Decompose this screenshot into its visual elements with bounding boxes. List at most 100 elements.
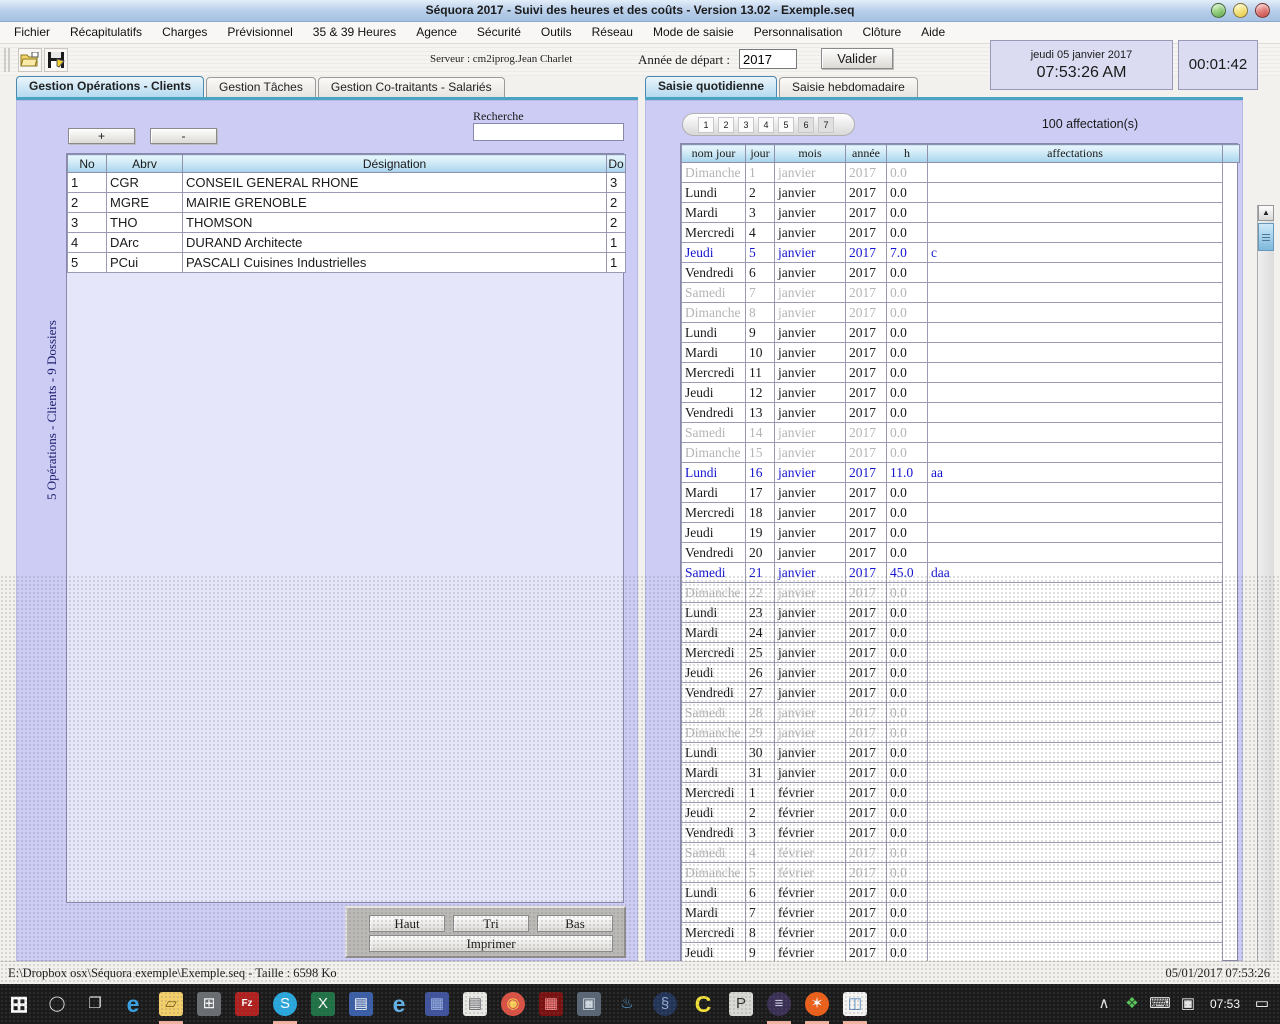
remove-client-button[interactable]: - — [150, 128, 217, 144]
scroll-up-button[interactable]: ▲ — [1258, 205, 1274, 221]
table-row[interactable]: Lundi9janvier20170.0 — [682, 323, 1240, 343]
my-computer-icon[interactable]: ▣ — [570, 984, 608, 1024]
page-button[interactable]: 6 — [798, 117, 814, 133]
table-row[interactable]: Mardi7février20170.0 — [682, 903, 1240, 923]
vertical-scrollbar[interactable]: ▲ ▼ — [1257, 205, 1274, 1005]
tab-gestion-cotraitants-salaries[interactable]: Gestion Co-traitants - Salariés — [318, 77, 505, 97]
table-row[interactable]: Mercredi4janvier20170.0 — [682, 223, 1240, 243]
tray-defender-icon[interactable]: ❖ — [1118, 984, 1146, 1024]
validate-button[interactable]: Valider — [821, 48, 893, 69]
menu-item[interactable]: Outils — [531, 22, 582, 43]
table-row[interactable]: Dimanche5février20170.0 — [682, 863, 1240, 883]
table-row[interactable]: Dimanche22janvier20170.0 — [682, 583, 1240, 603]
menu-item[interactable]: Fichier — [4, 22, 60, 43]
page-button[interactable]: 3 — [738, 117, 754, 133]
search-input[interactable] — [473, 123, 624, 141]
table-row[interactable]: Jeudi5janvier20177.0c — [682, 243, 1240, 263]
table-row[interactable]: Mardi3janvier20170.0 — [682, 203, 1240, 223]
col-header-affectations[interactable]: affectations — [928, 145, 1223, 163]
menu-item[interactable]: Personnalisation — [744, 22, 853, 43]
table-row[interactable]: Mercredi1février20170.0 — [682, 783, 1240, 803]
menu-item[interactable]: Mode de saisie — [643, 22, 744, 43]
table-row[interactable]: 5PCuiPASCALI Cuisines Industrielles1 — [68, 253, 626, 273]
excel-icon[interactable]: X — [304, 984, 342, 1024]
table-row[interactable]: Dimanche8janvier20170.0 — [682, 303, 1240, 323]
menu-item[interactable]: Agence — [406, 22, 467, 43]
start-icon[interactable]: ⊞ — [0, 984, 38, 1024]
table-row[interactable]: Lundi30janvier20170.0 — [682, 743, 1240, 763]
tab-saisie-hebdomadaire[interactable]: Saisie hebdomadaire — [779, 77, 918, 97]
start-year-input[interactable] — [739, 49, 797, 69]
table-row[interactable]: Lundi6février20170.0 — [682, 883, 1240, 903]
scrollbar-thumb[interactable] — [1258, 223, 1274, 251]
table-row[interactable]: Dimanche1janvier20170.0 — [682, 163, 1240, 183]
table-row[interactable]: Samedi14janvier20170.0 — [682, 423, 1240, 443]
table-row[interactable]: Vendredi27janvier20170.0 — [682, 683, 1240, 703]
table-row[interactable]: Vendredi3février20170.0 — [682, 823, 1240, 843]
move-down-button[interactable]: Bas — [537, 915, 613, 932]
photo-viewer-icon[interactable]: ◫ — [836, 984, 874, 1024]
file-explorer-icon[interactable]: ▱ — [152, 984, 190, 1024]
table-row[interactable]: Dimanche29janvier20170.0 — [682, 723, 1240, 743]
table-row[interactable]: Mardi24janvier20170.0 — [682, 623, 1240, 643]
menu-item[interactable]: Réseau — [582, 22, 643, 43]
table-row[interactable]: Jeudi2février20170.0 — [682, 803, 1240, 823]
chrome-icon[interactable]: ◉ — [494, 984, 532, 1024]
red-grid-icon[interactable]: ▦ — [532, 984, 570, 1024]
window-button-green[interactable] — [1211, 3, 1226, 18]
save-file-button[interactable] — [44, 48, 68, 72]
crescent-icon[interactable]: C — [684, 984, 722, 1024]
print-button[interactable]: Imprimer — [369, 935, 613, 952]
bird-app-icon[interactable]: § — [646, 984, 684, 1024]
skype-icon[interactable]: S — [266, 984, 304, 1024]
edge-icon[interactable]: e — [114, 984, 152, 1024]
table-row[interactable]: Jeudi26janvier20170.0 — [682, 663, 1240, 683]
col-header-mois[interactable]: mois — [775, 145, 846, 163]
blue-app-icon[interactable]: ▦ — [418, 984, 456, 1024]
tab-gestion-taches[interactable]: Gestion Tâches — [206, 77, 316, 97]
page-button[interactable]: 2 — [718, 117, 734, 133]
menu-item[interactable]: Aide — [911, 22, 955, 43]
move-up-button[interactable]: Haut — [369, 915, 445, 932]
table-row[interactable]: Vendredi6janvier20170.0 — [682, 263, 1240, 283]
col-header-no[interactable]: No — [68, 155, 107, 173]
window-button-yellow[interactable] — [1233, 3, 1248, 18]
menu-item[interactable]: Sécurité — [467, 22, 531, 43]
col-header-h[interactable]: h — [887, 145, 928, 163]
menu-item[interactable]: Clôture — [852, 22, 911, 43]
table-row[interactable]: Mercredi18janvier20170.0 — [682, 503, 1240, 523]
table-row[interactable]: Jeudi9février20170.0 — [682, 943, 1240, 963]
table-row[interactable]: Samedi21janvier201745.0daa — [682, 563, 1240, 583]
notepad-icon[interactable]: ▤ — [456, 984, 494, 1024]
col-header-designation[interactable]: Désignation — [183, 155, 607, 173]
table-row[interactable]: Jeudi19janvier20170.0 — [682, 523, 1240, 543]
table-row[interactable]: Vendredi20janvier20170.0 — [682, 543, 1240, 563]
window-button-red[interactable] — [1255, 3, 1270, 18]
table-row[interactable]: 1CGRCONSEIL GENERAL RHONE3 — [68, 173, 626, 193]
action-center-icon[interactable]: ▭ — [1248, 984, 1276, 1024]
table-row[interactable]: Samedi4février20170.0 — [682, 843, 1240, 863]
table-row[interactable]: Mardi17janvier20170.0 — [682, 483, 1240, 503]
col-header-nom-jour[interactable]: nom jour — [682, 145, 746, 163]
paint-app-icon[interactable]: ♨ — [608, 984, 646, 1024]
printer-icon[interactable]: P — [722, 984, 760, 1024]
col-header-annee[interactable]: année — [846, 145, 887, 163]
store-icon[interactable]: ⊞ — [190, 984, 228, 1024]
page-button[interactable]: 5 — [778, 117, 794, 133]
page-button[interactable]: 1 — [698, 117, 714, 133]
table-row[interactable]: 3THOTHOMSON2 — [68, 213, 626, 233]
cortana-icon[interactable]: ◯ — [38, 984, 76, 1024]
table-row[interactable]: Vendredi13janvier20170.0 — [682, 403, 1240, 423]
tab-saisie-quotidienne[interactable]: Saisie quotidienne — [645, 76, 777, 97]
table-row[interactable]: 2MGREMAIRIE GRENOBLE2 — [68, 193, 626, 213]
col-header-jour[interactable]: jour — [746, 145, 775, 163]
sort-button[interactable]: Tri — [453, 915, 529, 932]
office-doc-icon[interactable]: ▤ — [342, 984, 380, 1024]
open-file-button[interactable] — [18, 48, 42, 72]
internet-explorer-icon[interactable]: e — [380, 984, 418, 1024]
page-button[interactable]: 4 — [758, 117, 774, 133]
filezilla-icon[interactable]: Fz — [228, 984, 266, 1024]
toolbar-grip[interactable] — [4, 48, 10, 72]
col-header-abrv[interactable]: Abrv — [107, 155, 183, 173]
page-button[interactable]: 7 — [818, 117, 834, 133]
